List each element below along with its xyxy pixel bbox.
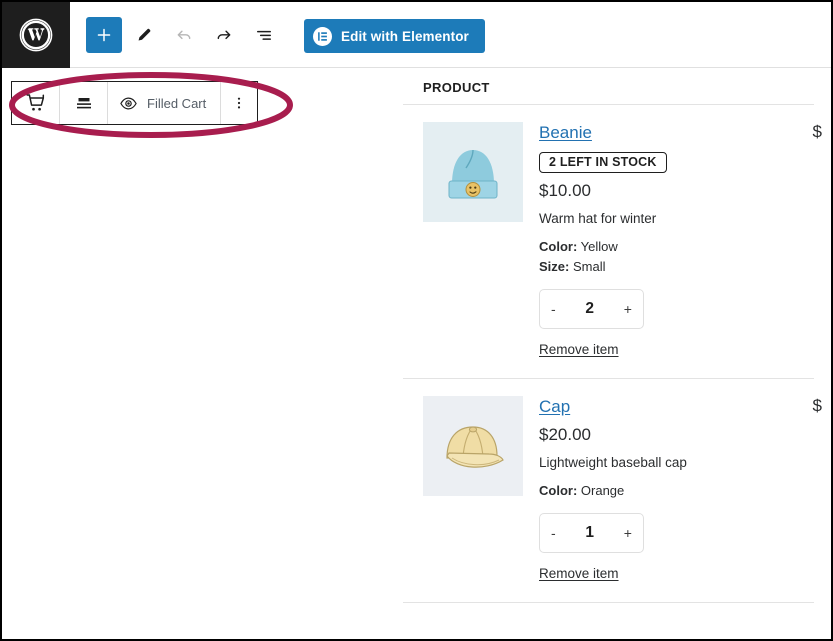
quantity-increase-button[interactable]: + (624, 302, 632, 316)
edit-with-elementor-button[interactable]: Edit with Elementor (304, 19, 485, 53)
quantity-value: 1 (585, 523, 595, 541)
block-type-cart-button[interactable] (12, 82, 60, 124)
cart-line-item: Cap $20.00 Lightweight baseball cap Colo… (403, 379, 822, 603)
product-attribute: Color: Orange (539, 481, 814, 501)
shopping-cart-icon (25, 94, 44, 111)
stock-status-badge: 2 LEFT IN STOCK (539, 152, 667, 174)
align-center-icon (76, 98, 91, 109)
cart-state-preview-toggle[interactable]: Filled Cart (108, 82, 222, 124)
attribute-value: Small (572, 258, 606, 274)
cart-column-header-product: PRODUCT (403, 69, 814, 105)
quantity-decrease-button[interactable]: - (551, 526, 556, 540)
line-item-total: $ (812, 395, 822, 415)
product-description: Lightweight baseball cap (539, 454, 687, 470)
remove-item-link[interactable]: Remove item (539, 342, 619, 357)
elementor-logo-icon (313, 26, 332, 46)
product-attributes: Color: Orange (539, 481, 814, 501)
list-view-icon (257, 30, 271, 40)
cart-line-item: Beanie 2 LEFT IN STOCK $10.00 Warm hat f… (403, 105, 822, 379)
remove-item-link[interactable]: Remove item (539, 566, 619, 581)
quantity-stepper[interactable]: - 2 + (539, 288, 644, 329)
cart-item-details: Beanie 2 LEFT IN STOCK $10.00 Warm hat f… (539, 122, 814, 359)
attribute-label: Size: (539, 258, 570, 274)
product-description: Warm hat for winter (539, 210, 657, 226)
block-options-button[interactable] (221, 82, 258, 124)
product-attribute: Size: Small (539, 257, 814, 277)
quantity-stepper[interactable]: - 1 + (539, 512, 644, 553)
product-name-link[interactable]: Cap (539, 396, 570, 417)
wordpress-logo-icon[interactable] (2, 2, 70, 68)
quantity-decrease-button[interactable]: - (551, 302, 556, 316)
block-align-button[interactable] (60, 82, 108, 124)
product-price: $10.00 (539, 181, 591, 201)
undo-arrow-icon (177, 30, 191, 39)
product-name-link[interactable]: Beanie (539, 122, 592, 143)
list-view-button[interactable] (246, 17, 282, 53)
edit-mode-button[interactable] (126, 17, 162, 53)
baseball-cap-icon (423, 395, 523, 496)
product-price: $20.00 (539, 425, 591, 445)
line-item-total: $ (812, 122, 822, 141)
redo-button[interactable] (206, 17, 242, 53)
attribute-value: Orange (580, 482, 625, 498)
undo-button[interactable] (166, 17, 202, 53)
add-block-button[interactable] (86, 16, 122, 53)
edit-with-elementor-label: Edit with Elementor (341, 28, 469, 44)
editor-toolbar-buttons (86, 16, 282, 53)
editor-top-bar: Edit with Elementor (2, 2, 831, 68)
beanie-hat-icon (423, 122, 523, 222)
quantity-increase-button[interactable]: + (624, 526, 632, 540)
cart-item-details: Cap $20.00 Lightweight baseball cap Colo… (539, 396, 814, 583)
attribute-value: Yellow (580, 238, 618, 254)
editor-screen: Edit with Elementor Filled Cart PRODUCT … (0, 0, 833, 641)
cart-state-preview-label: Filled Cart (147, 95, 207, 111)
redo-arrow-icon (217, 30, 231, 39)
attribute-label: Color: (539, 482, 578, 498)
product-attributes: Color: Yellow Size: Small (539, 237, 814, 277)
attribute-label: Color: (539, 238, 578, 254)
quantity-value: 2 (585, 299, 595, 317)
cart-content-pane: PRODUCT Beanie 2 LEFT IN STOCK $10.00 Wa… (384, 69, 831, 639)
plus-icon (97, 28, 111, 41)
vertical-dots-icon (238, 97, 241, 109)
eye-icon (120, 97, 137, 109)
block-toolbar: Filled Cart (11, 81, 259, 125)
pencil-icon (138, 28, 150, 41)
product-attribute: Color: Yellow (539, 237, 814, 257)
